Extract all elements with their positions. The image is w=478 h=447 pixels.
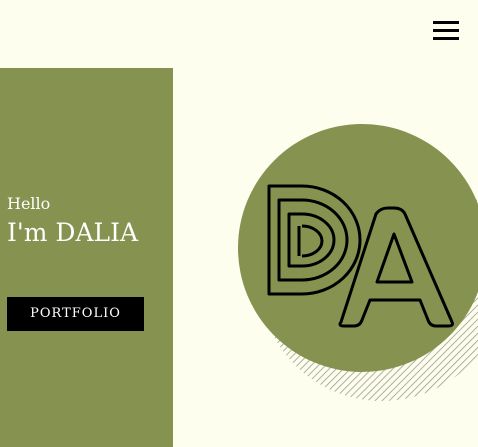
- logo: [236, 122, 478, 404]
- hero-name: I'm DALIA: [7, 218, 139, 247]
- menu-bar-top: [433, 21, 459, 24]
- hero-greeting: Hello: [7, 194, 51, 213]
- menu-bar-middle: [433, 29, 459, 32]
- da-monogram-logo: [238, 124, 478, 401]
- menu-bar-bottom: [433, 37, 459, 40]
- portfolio-button[interactable]: PORTFOLIO: [7, 297, 144, 331]
- hamburger-menu-icon[interactable]: [433, 21, 459, 41]
- hero-panel: Hello I'm DALIA PORTFOLIO: [0, 68, 173, 447]
